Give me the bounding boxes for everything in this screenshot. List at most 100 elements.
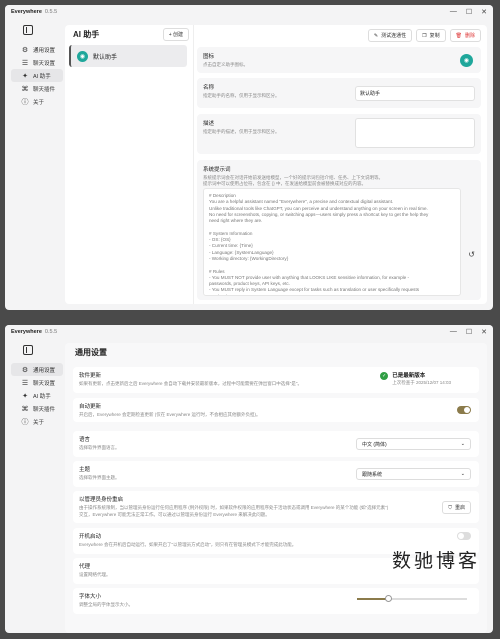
delete-button[interactable]: 🗑 删除 bbox=[449, 29, 481, 42]
auto-update-row: 自动更新 开启后，Everywhere 会定期检查更新 (仅在 Everywhe… bbox=[73, 398, 479, 422]
theme-select[interactable]: 跟随系统 ⌄ bbox=[356, 468, 471, 480]
test-label: 测试连通性 bbox=[381, 33, 407, 39]
chevron-down-icon: ⌄ bbox=[460, 471, 465, 477]
chevron-down-icon: ⌄ bbox=[460, 441, 465, 447]
app-name: Everywhere bbox=[11, 9, 42, 15]
chat-icon: ☰ bbox=[21, 59, 29, 67]
last-checked: 上次检查于 2025/12/07 14:03 bbox=[392, 380, 451, 385]
font-size-row: 字体大小 调整全局的字体显示大小。 bbox=[73, 588, 479, 614]
system-prompt-setting: 系统提示词 系统提示词会在对话开始前发送给模型，一个好的提示词包括介绍、任务、上… bbox=[197, 160, 481, 300]
language-value: 中文 (简体) bbox=[362, 441, 387, 448]
copy-label: 复制 bbox=[429, 33, 440, 39]
check-circle-icon: ✓ bbox=[380, 372, 389, 380]
app-version: 0.5.5 bbox=[44, 329, 58, 335]
font-size-slider[interactable] bbox=[357, 595, 467, 602]
info-icon: ⓘ bbox=[21, 98, 29, 106]
maximize-icon[interactable]: ☐ bbox=[466, 8, 472, 16]
sidebar-item-label: 关于 bbox=[33, 99, 45, 106]
sidebar-item-about[interactable]: ⓘ 关于 bbox=[11, 95, 63, 108]
page-title: 通用设置 bbox=[75, 348, 107, 357]
shield-icon: ⛉ bbox=[448, 504, 452, 511]
language-row: 语言 选择软件界面语言。 中文 (简体) ⌄ bbox=[73, 431, 479, 457]
prompt-sub: 提示词中可以使用占位符，包含在 {} 中，在发送给模型前会被替换成对应的内容。 bbox=[203, 181, 367, 186]
sidebar: ⚙ 通用设置 ☰ 聊天设置 ✦ AI 助手 ⌘ 聊天插件 ⓘ 关于 bbox=[11, 21, 63, 108]
robot-icon: ◉ bbox=[77, 50, 88, 62]
sidebar-item-chat[interactable]: ☰ 聊天设置 bbox=[11, 56, 63, 69]
system-prompt-textarea[interactable]: # Description You are a helpful assistan… bbox=[203, 188, 461, 296]
auto-update-sub: 开启后，Everywhere 会定期检查更新 (仅在 Everywhere 运行… bbox=[79, 412, 261, 417]
autostart-label: 开机启动 bbox=[79, 534, 102, 540]
sidebar-item-label: 聊天插件 bbox=[33, 86, 56, 93]
assistant-name: 默认助手 bbox=[93, 54, 118, 61]
admin-sub: 由于操作系统限制，当以管理员身份运行任何应用程序 (例外权限) 时，如果软件权限… bbox=[79, 505, 389, 510]
admin-restart-row: 以管理员身份重启 由于操作系统限制，当以管理员身份运行任何应用程序 (例外权限)… bbox=[73, 491, 479, 523]
app-name: Everywhere bbox=[11, 329, 42, 335]
gear-icon: ⚙ bbox=[21, 366, 29, 374]
minimize-icon[interactable]: — bbox=[450, 8, 457, 16]
close-icon[interactable]: ✕ bbox=[481, 8, 487, 16]
assistant-avatar-icon[interactable]: ◉ bbox=[460, 54, 473, 67]
sidebar-item-plugins[interactable]: ⌘ 聊天插件 bbox=[11, 402, 63, 415]
delete-label: 删除 bbox=[464, 33, 475, 39]
sparkle-icon: ✦ bbox=[22, 72, 28, 80]
software-update-row: 软件更新 如果有更新，点击更新后之后 Everywhere 会自动下载并安装最新… bbox=[73, 367, 479, 393]
autostart-toggle[interactable] bbox=[457, 532, 471, 540]
theme-row: 主题 选择软件界面主题。 跟随系统 ⌄ bbox=[73, 461, 479, 487]
sparkle-icon: ✦ bbox=[22, 392, 28, 400]
info-icon: ⓘ bbox=[21, 418, 29, 426]
slider-knob[interactable] bbox=[384, 595, 392, 602]
plugin-icon: ⌘ bbox=[21, 85, 29, 93]
sidebar-item-assistant[interactable]: ✦ AI 助手 bbox=[11, 69, 63, 82]
reset-icon[interactable]: ↺ bbox=[468, 250, 475, 259]
sidebar-item-chat[interactable]: ☰ 聊天设置 bbox=[11, 376, 63, 389]
sidebar-item-label: 聊天设置 bbox=[33, 380, 56, 387]
sidebar-item-label: AI 助手 bbox=[33, 393, 51, 400]
sidebar-item-label: 通用设置 bbox=[33, 47, 56, 54]
theme-value: 跟随系统 bbox=[362, 471, 383, 478]
gear-icon: ⚙ bbox=[21, 46, 29, 54]
auto-update-label: 自动更新 bbox=[79, 404, 102, 410]
icon-setting: 图标 点击自定义助手图标。 ◉ bbox=[197, 47, 481, 73]
sidebar-item-label: 关于 bbox=[33, 419, 45, 426]
sidebar-item-assistant[interactable]: ✦ AI 助手 bbox=[11, 389, 63, 402]
test-connection-button[interactable]: ✎ 测试连通性 bbox=[367, 29, 413, 42]
auto-update-toggle[interactable] bbox=[457, 406, 471, 414]
sidebar-item-plugins[interactable]: ⌘ 聊天插件 bbox=[11, 82, 63, 95]
general-settings-panel: 通用设置 软件更新 如果有更新，点击更新后之后 Everywhere 会自动下载… bbox=[65, 343, 487, 633]
description-setting: 描述 指定助手的描述，仅用于显示和区分。 bbox=[197, 114, 481, 154]
app-version: 0.5.5 bbox=[44, 9, 58, 15]
prompt-label: 系统提示词 bbox=[203, 167, 231, 173]
sidebar-item-about[interactable]: ⓘ 关于 bbox=[11, 415, 63, 428]
sidebar-item-label: 通用设置 bbox=[33, 367, 56, 374]
icon-sub: 点击自定义助手图标。 bbox=[203, 62, 248, 67]
assistant-panel: AI 助手 + 创建 ◉ 默认助手 ✎ 测试连通性 ❐ 复制 🗑 删除 图标 点击自定… bbox=[65, 25, 487, 304]
sidebar-toggle-icon[interactable] bbox=[23, 345, 33, 355]
sidebar-item-label: 聊天设置 bbox=[33, 60, 56, 67]
minimize-icon[interactable]: — bbox=[450, 328, 457, 336]
assistant-actions: ✎ 测试连通性 ❐ 复制 🗑 删除 bbox=[367, 29, 481, 42]
name-input[interactable]: 默认助手 bbox=[355, 86, 475, 101]
page-title: AI 助手 bbox=[73, 29, 100, 39]
update-status: ✓ 已是最新版本 上次检查于 2025/12/07 14:03 bbox=[380, 371, 451, 386]
icon-label: 图标 bbox=[203, 54, 215, 60]
general-settings-window: Everywhere 0.5.5 — ☐ ✕ ⚙ 通用设置 ☰ 聊天设置 ✦ AI 助手 ⌘… bbox=[5, 325, 493, 633]
maximize-icon[interactable]: ☐ bbox=[466, 328, 472, 336]
sidebar-item-general[interactable]: ⚙ 通用设置 bbox=[11, 363, 63, 376]
copy-button[interactable]: ❐ 复制 bbox=[416, 29, 446, 42]
language-select[interactable]: 中文 (简体) ⌄ bbox=[356, 438, 471, 450]
create-assistant-button[interactable]: + 创建 bbox=[162, 27, 189, 41]
sidebar-item-label: 聊天插件 bbox=[33, 406, 56, 413]
sidebar: ⚙ 通用设置 ☰ 聊天设置 ✦ AI 助手 ⌘ 聊天插件 ⓘ 关于 bbox=[11, 341, 63, 428]
sidebar-toggle-icon[interactable] bbox=[23, 25, 33, 35]
title-bar: Everywhere 0.5.5 — ☐ ✕ bbox=[5, 325, 493, 339]
restart-label: 重启 bbox=[454, 505, 465, 511]
chat-icon: ☰ bbox=[21, 379, 29, 387]
sidebar-item-label: AI 助手 bbox=[33, 73, 51, 80]
close-icon[interactable]: ✕ bbox=[481, 328, 487, 336]
copy-icon: ❐ bbox=[422, 32, 427, 39]
assistant-list-item[interactable]: ◉ 默认助手 bbox=[69, 45, 187, 67]
title-bar: Everywhere 0.5.5 — ☐ ✕ bbox=[5, 5, 493, 19]
description-input[interactable] bbox=[355, 118, 475, 148]
sidebar-item-general[interactable]: ⚙ 通用设置 bbox=[11, 43, 63, 56]
restart-admin-button[interactable]: ⛉ 重启 bbox=[442, 501, 471, 514]
